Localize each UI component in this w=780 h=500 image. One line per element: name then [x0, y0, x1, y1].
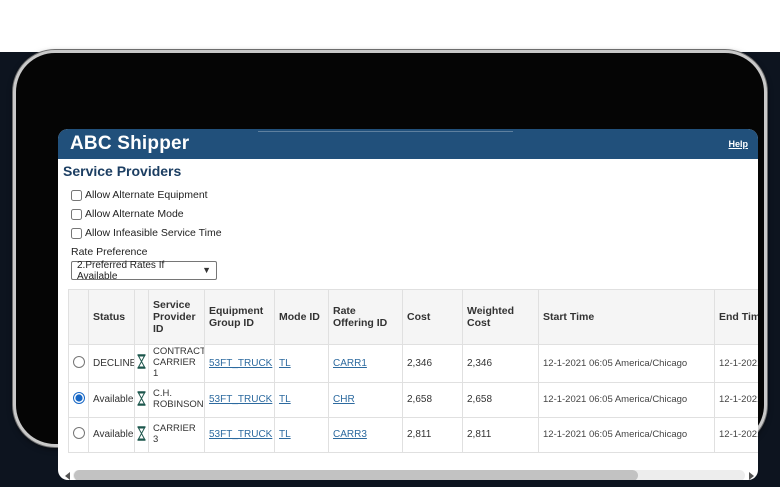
hourglass-icon [137, 391, 146, 406]
equipment-group-link[interactable]: 53FT_TRUCK [209, 358, 272, 369]
end-time-cell: 12-1-2021 06:05 America/Chicago [715, 417, 759, 452]
service-provider-cell: CARRIER 3 [149, 417, 205, 452]
start-time-cell: 12-1-2021 06:05 America/Chicago [539, 417, 715, 452]
allow-alternate-equipment-checkbox[interactable] [71, 190, 82, 201]
cost-cell: 2,658 [403, 382, 463, 417]
flag-cell [135, 345, 149, 383]
row-select-radio[interactable] [73, 356, 85, 368]
providers-table-viewport: Status Service Provider ID Equipment Gro… [68, 289, 758, 453]
chevron-down-icon: ▼ [202, 266, 211, 275]
providers-table: Status Service Provider ID Equipment Gro… [68, 289, 758, 453]
rate-offering-link[interactable]: CHR [333, 394, 355, 405]
equipment-group-link[interactable]: 53FT_TRUCK [209, 394, 272, 405]
col-header-cost: Cost [403, 290, 463, 345]
table-header-row: Status Service Provider ID Equipment Gro… [69, 290, 759, 345]
tablet-screen: ABC Shipper Help Service Providers Allow… [58, 129, 758, 480]
col-header-mode-id: Mode ID [275, 290, 329, 345]
table-row: DECLINED CONTRACT CARRIER 1 53FT_TRUCK T… [69, 345, 759, 383]
flag-cell [135, 417, 149, 452]
service-provider-cell: CONTRACT CARRIER 1 [149, 345, 205, 383]
cost-cell: 2,811 [403, 417, 463, 452]
mode-link[interactable]: TL [279, 394, 291, 405]
col-header-select [69, 290, 89, 345]
row-select-radio[interactable] [73, 427, 85, 439]
status-cell: DECLINED [89, 345, 135, 383]
app-title: ABC Shipper [58, 133, 189, 155]
option-label: Allow Alternate Mode [85, 208, 184, 220]
option-label: Allow Infeasible Service Time [85, 227, 222, 239]
equipment-group-link[interactable]: 53FT_TRUCK [209, 429, 272, 440]
service-provider-cell: C.H. ROBINSON [149, 382, 205, 417]
hourglass-icon [137, 426, 146, 441]
col-header-service-provider-id: Service Provider ID [149, 290, 205, 345]
allow-infeasible-service-time-checkbox[interactable] [71, 228, 82, 239]
rate-offering-link[interactable]: CARR1 [333, 358, 367, 369]
status-cell: Available [89, 382, 135, 417]
option-label: Allow Alternate Equipment [85, 189, 208, 201]
table-row: Available C.H. ROBINSON 53FT_TRUCK TL CH… [69, 382, 759, 417]
row-select-radio[interactable] [73, 392, 85, 404]
flag-cell [135, 382, 149, 417]
option-row-alternate-equipment: Allow Alternate Equipment [71, 187, 758, 203]
table-row: Available CARRIER 3 53FT_TRUCK TL CARR3 … [69, 417, 759, 452]
option-row-alternate-mode: Allow Alternate Mode [71, 206, 758, 222]
scroll-left-arrow[interactable] [63, 470, 71, 480]
end-time-cell: 12-1-2021 06:05 America/Chicago [715, 382, 759, 417]
weighted-cost-cell: 2,346 [463, 345, 539, 383]
app-header-bar: ABC Shipper Help [58, 129, 758, 159]
start-time-cell: 12-1-2021 06:05 America/Chicago [539, 382, 715, 417]
mode-link[interactable]: TL [279, 358, 291, 369]
page-title: Service Providers [63, 163, 758, 179]
allow-alternate-mode-checkbox[interactable] [71, 209, 82, 220]
scrollbar-thumb[interactable] [74, 470, 638, 480]
status-cell: Available [89, 417, 135, 452]
col-header-rate-offering-id: Rate Offering ID [329, 290, 403, 345]
end-time-cell: 12-1-2021 06:05 America/Chicago [715, 345, 759, 383]
rate-preference-label: Rate Preference [71, 246, 758, 258]
rate-offering-link[interactable]: CARR3 [333, 429, 367, 440]
options-group: Allow Alternate Equipment Allow Alternat… [71, 187, 758, 241]
help-link[interactable]: Help [728, 139, 748, 149]
scrollbar-track[interactable] [73, 470, 745, 480]
weighted-cost-cell: 2,658 [463, 382, 539, 417]
col-header-equipment-group-id: Equipment Group ID [205, 290, 275, 345]
col-header-start-time: Start Time [539, 290, 715, 345]
start-time-cell: 12-1-2021 06:05 America/Chicago [539, 345, 715, 383]
col-header-status: Status [89, 290, 135, 345]
cost-cell: 2,346 [403, 345, 463, 383]
mode-link[interactable]: TL [279, 429, 291, 440]
col-header-weighted-cost: Weighted Cost [463, 290, 539, 345]
hourglass-icon [137, 354, 146, 369]
tablet-frame: ABC Shipper Help Service Providers Allow… [13, 50, 767, 447]
option-row-infeasible-service-time: Allow Infeasible Service Time [71, 225, 758, 241]
rate-preference-value: 2.Preferred Rates If Available [77, 260, 202, 282]
col-header-flag [135, 290, 149, 345]
weighted-cost-cell: 2,811 [463, 417, 539, 452]
col-header-end-time: End Time [715, 290, 759, 345]
horizontal-scrollbar [63, 470, 755, 480]
rate-preference-select[interactable]: 2.Preferred Rates If Available ▼ [71, 261, 217, 280]
